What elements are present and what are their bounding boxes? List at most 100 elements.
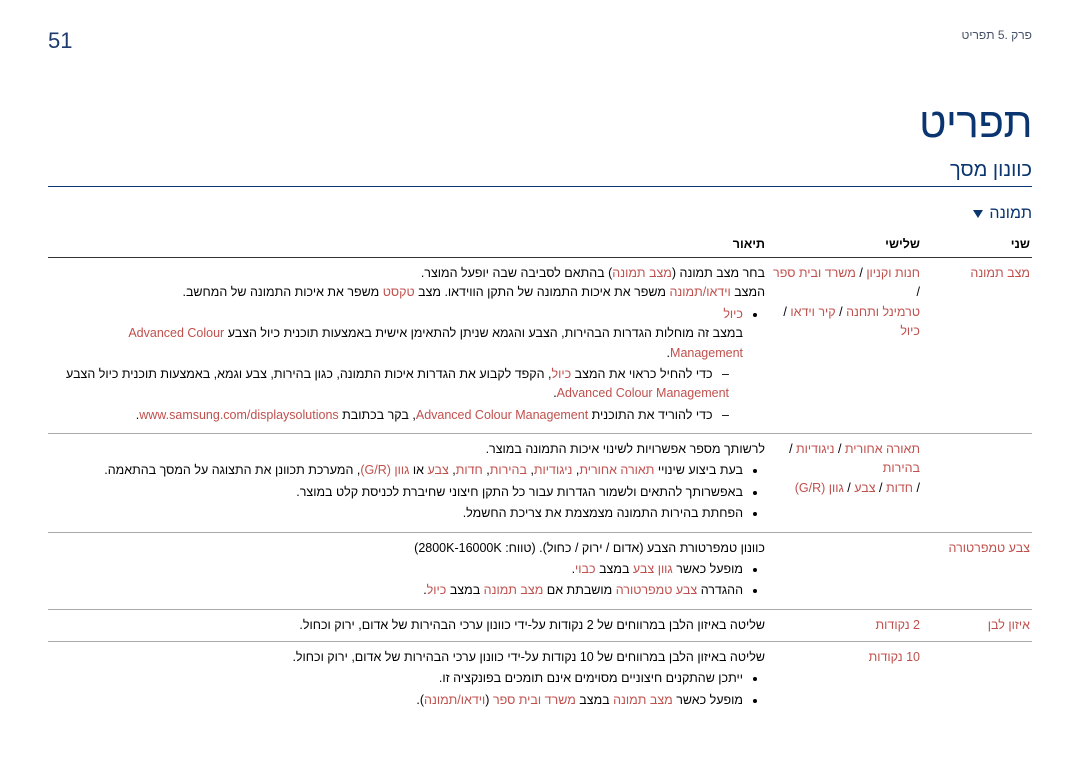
list-item: כדי להוריד את התוכנית Advanced Colour Ma… xyxy=(50,406,729,425)
text: במצב xyxy=(446,583,483,597)
list-item: כיול במצב זה מוחלות הגדרות הבהירות, הצבע… xyxy=(50,305,743,425)
text: כיול xyxy=(723,307,743,321)
list-item: הפחתת בהירות התמונה מצמצמת את צריכת החשמ… xyxy=(50,504,743,523)
list-item: ההגדרה צבע טמפרטורה מושבתת אם מצב תמונה … xyxy=(50,581,743,600)
opt: קיר וידאו xyxy=(790,305,835,319)
section-label-text: תמונה xyxy=(989,205,1032,223)
sep: / xyxy=(913,481,920,495)
download-link[interactable]: www.samsung.com/displaysolutions xyxy=(139,408,338,422)
text: המצב xyxy=(731,285,765,299)
text: או xyxy=(409,463,427,477)
list-item: ייתכן שהתקנים חיצוניים מסוימים אינם תומכ… xyxy=(50,669,743,688)
table-row: צבע טמפרטורה כוונון טמפרטורת הצבע (אדום … xyxy=(48,532,1032,609)
page-subtitle: כוונון מסך xyxy=(48,159,1032,187)
opt: צבע xyxy=(854,481,875,495)
text: משפר את איכות התמונה של המחשב. xyxy=(182,285,382,299)
cell-desc: שליטה באיזון הלבן במרווחים של 10 נקודות … xyxy=(48,642,767,719)
cell-desc: כוונון טמפרטורת הצבע (אדום / ירוק / כחול… xyxy=(48,532,767,609)
text: , בקר בכתובת xyxy=(339,408,416,422)
text: , המערכת תכוונן את התצוגה על המסך בהתאמה… xyxy=(104,463,360,477)
table-row: מצב תמונה חנות וקניון / משרד ובית ספר / … xyxy=(48,258,1032,434)
list-item: באפשרותך להתאים ולשמור הגדרות עבור כל הת… xyxy=(50,483,743,502)
table-row: איזון לבן 2 נקודות שליטה באיזון הלבן במר… xyxy=(48,609,1032,641)
text: במצב xyxy=(596,562,633,576)
page-title: תפריט xyxy=(48,99,1032,147)
col-header-desc: תיאור xyxy=(48,231,767,258)
list-item: כדי להחיל כראוי את המצב כיול, הקפד לקבוע… xyxy=(50,365,729,404)
cell-second xyxy=(922,642,1032,719)
settings-table: שני שלישי תיאור מצב תמונה חנות וקניון / … xyxy=(48,231,1032,718)
text: וידאו/תמונה xyxy=(669,285,730,299)
opt: חנות וקניון xyxy=(866,266,920,280)
cell-desc: בחר מצב תמונה (מצב תמונה) בהתאם לסביבה ש… xyxy=(48,258,767,434)
text: ). xyxy=(416,693,424,707)
text: ( xyxy=(485,693,493,707)
opt: גוון (G/R) xyxy=(795,481,844,495)
cell-third: חנות וקניון / משרד ובית ספר / טרמינל ותח… xyxy=(767,258,922,434)
list-item: בעת ביצוע שינויי תאורה אחורית, ניגודיות,… xyxy=(50,461,743,480)
text: במצב זה מוחלות הגדרות הבהירות, הצבע והגמ… xyxy=(224,326,743,340)
text: גוון (G/R) xyxy=(360,463,409,477)
text: , xyxy=(449,463,456,477)
cell-third xyxy=(767,532,922,609)
cell-second: איזון לבן xyxy=(922,609,1032,641)
opt: טרמינל ותחנה xyxy=(846,305,920,319)
text: Advanced Colour Management xyxy=(557,386,729,400)
cell-second: צבע טמפרטורה xyxy=(922,532,1032,609)
text: צבע טמפרטורה xyxy=(616,583,697,597)
text: כדי להוריד את התוכנית xyxy=(588,408,712,422)
text: בעת ביצוע שינויי xyxy=(654,463,743,477)
text: ניגודיות xyxy=(534,463,572,477)
text: שליטה באיזון הלבן במרווחים של 10 נקודות … xyxy=(50,648,765,667)
cell-third: תאורה אחורית / ניגודיות / בהירות / חדות … xyxy=(767,434,922,533)
text: ) בהתאם לסביבה שבה יופעל המוצר. xyxy=(421,266,612,280)
sep: / xyxy=(789,442,796,456)
text: משפר את איכות התמונה של התקן הווידאו. מצ… xyxy=(415,285,670,299)
cell-third: 10 נקודות xyxy=(767,642,922,719)
text: מופעל כאשר xyxy=(673,693,743,707)
list-item: מופעל כאשר גוון צבע במצב כבוי. xyxy=(50,560,743,579)
triangle-down-icon xyxy=(973,210,983,218)
text: בהירות xyxy=(490,463,527,477)
opt: כיול xyxy=(900,324,920,338)
text: כיול xyxy=(552,367,572,381)
text: מצב תמונה xyxy=(613,693,673,707)
text: במצב xyxy=(576,693,613,707)
text: כוונון טמפרטורת הצבע (אדום / ירוק / כחול… xyxy=(50,539,765,558)
sep: / xyxy=(876,481,886,495)
list-item: מופעל כאשר מצב תמונה במצב משרד ובית ספר … xyxy=(50,691,743,710)
sep: / xyxy=(844,481,854,495)
page-number: 51 xyxy=(48,28,72,54)
text: מופעל כאשר xyxy=(673,562,743,576)
cell-second: מצב תמונה xyxy=(922,258,1032,434)
text: לרשותך מספר אפשרויות לשינוי איכות התמונה… xyxy=(50,440,765,459)
text: מצב תמונה xyxy=(612,266,672,280)
text: צבע xyxy=(427,463,448,477)
sep: / xyxy=(856,266,866,280)
text: בחר מצב תמונה ( xyxy=(672,266,765,280)
text: , xyxy=(483,463,490,477)
opt: ניגודיות xyxy=(796,442,834,456)
col-header-second: שני xyxy=(922,231,1032,258)
text: טקסט xyxy=(383,285,415,299)
text: ההגדרה xyxy=(697,583,743,597)
cell-second xyxy=(922,434,1032,533)
table-row: 10 נקודות שליטה באיזון הלבן במרווחים של … xyxy=(48,642,1032,719)
opt: תאורה אחורית xyxy=(845,442,920,456)
text: משרד ובית ספר xyxy=(493,693,576,707)
cell-desc: לרשותך מספר אפשרויות לשינוי איכות התמונה… xyxy=(48,434,767,533)
text: , הקפד לקבוע את הגדרות איכות התמונה, כגו… xyxy=(66,367,551,381)
table-row: תאורה אחורית / ניגודיות / בהירות / חדות … xyxy=(48,434,1032,533)
cell-third: 2 נקודות xyxy=(767,609,922,641)
col-header-third: שלישי xyxy=(767,231,922,258)
opt: בהירות xyxy=(883,461,920,475)
text: , xyxy=(527,463,534,477)
section-header: תמונה xyxy=(48,205,1032,223)
opt: חדות xyxy=(886,481,913,495)
text: וידאו/תמונה xyxy=(424,693,485,707)
opt: משרד ובית ספר xyxy=(773,266,856,280)
text: כבוי xyxy=(575,562,596,576)
text: גוון צבע xyxy=(633,562,673,576)
sep: / xyxy=(917,285,920,299)
text: מצב תמונה xyxy=(484,583,544,597)
